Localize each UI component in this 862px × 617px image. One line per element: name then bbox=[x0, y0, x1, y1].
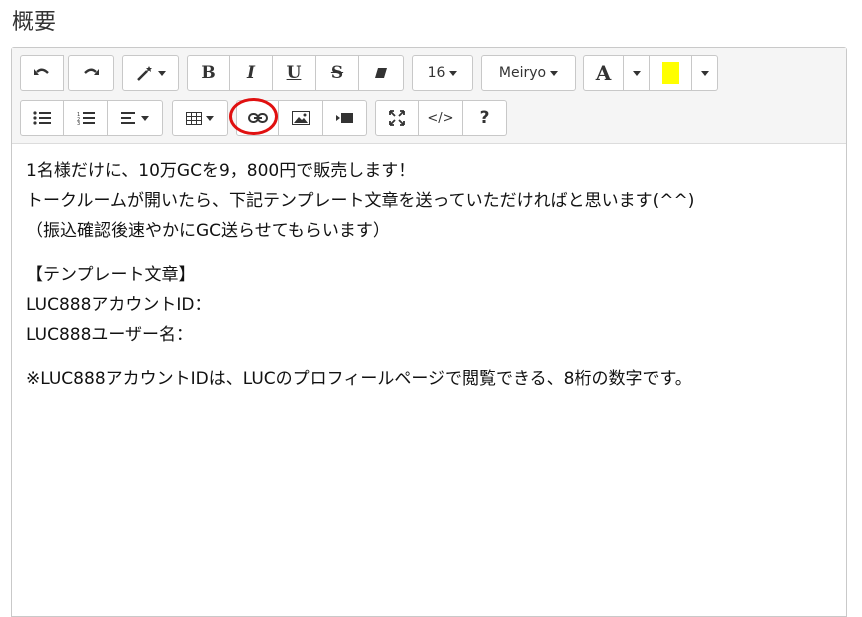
video-icon bbox=[335, 113, 353, 123]
font-color-button[interactable]: A bbox=[583, 55, 624, 91]
editor-content[interactable]: 1名様だけに、10万GCを9，800円で販売します！ トークルームが開いたら、下… bbox=[26, 156, 834, 394]
unordered-list-button[interactable] bbox=[20, 100, 64, 136]
paragraph-align-dropdown[interactable] bbox=[108, 100, 163, 136]
code-view-label: </> bbox=[427, 110, 454, 126]
chevron-down-icon bbox=[141, 115, 149, 121]
align-icon bbox=[121, 112, 135, 124]
font-size-dropdown[interactable]: 16 bbox=[412, 55, 473, 91]
redo-button[interactable] bbox=[68, 55, 114, 91]
undo-icon bbox=[34, 68, 49, 75]
section-heading: 概要 bbox=[12, 10, 57, 35]
editor-toolbar: B I U S 16 Meiryo A 1 2 3 </> ? bbox=[12, 48, 846, 144]
strikethrough-label: S bbox=[330, 63, 344, 83]
code-view-button[interactable]: </> bbox=[419, 100, 463, 136]
unordered-list-icon bbox=[33, 111, 51, 125]
ordered-list-button[interactable]: 123 bbox=[64, 100, 108, 136]
italic-button[interactable]: I bbox=[230, 55, 273, 91]
fullscreen-button[interactable] bbox=[375, 100, 419, 136]
link-icon bbox=[247, 113, 268, 123]
content-line: 【テンプレート文章】 bbox=[26, 265, 196, 285]
bold-button[interactable]: B bbox=[187, 55, 230, 91]
content-line: トークルームが開いたら、下記テンプレート文章を送っていただければと思います(^^… bbox=[26, 191, 695, 211]
ordered-list-icon: 123 bbox=[77, 112, 95, 125]
content-line: 1名様だけに、10万GCを9，800円で販売します！ bbox=[26, 161, 416, 181]
image-button[interactable] bbox=[279, 100, 323, 136]
redo-icon bbox=[84, 68, 99, 75]
italic-label: I bbox=[247, 63, 255, 83]
content-line: ※LUC888アカウントIDは、LUCのプロフィールページで閲覧できる、8桁の数… bbox=[26, 369, 692, 389]
table-icon bbox=[186, 111, 202, 125]
fullscreen-icon bbox=[389, 110, 405, 126]
chevron-down-icon bbox=[157, 70, 166, 76]
highlight-color-dropdown[interactable] bbox=[692, 55, 718, 91]
help-label: ? bbox=[479, 108, 490, 128]
clear-format-button[interactable] bbox=[359, 55, 404, 91]
bold-label: B bbox=[201, 63, 216, 83]
content-line: （振込確認後速やかにGC送らせてもらいます） bbox=[26, 221, 390, 241]
undo-button[interactable] bbox=[20, 55, 64, 91]
font-size-value: 16 bbox=[427, 65, 446, 81]
chevron-down-icon bbox=[449, 70, 458, 76]
help-button[interactable]: ? bbox=[463, 100, 507, 136]
content-line: LUC888ユーザー名： bbox=[26, 325, 194, 345]
font-family-value: Meiryo bbox=[498, 65, 547, 81]
underline-button[interactable]: U bbox=[273, 55, 316, 91]
rich-text-editor: B I U S 16 Meiryo A 1 2 3 </> ? 1名様だけに、1… bbox=[11, 47, 847, 617]
chevron-down-icon bbox=[206, 115, 214, 121]
chevron-down-icon bbox=[632, 70, 641, 76]
magic-wand-icon bbox=[136, 66, 152, 81]
video-button[interactable] bbox=[323, 100, 367, 136]
font-color-label: A bbox=[595, 61, 612, 85]
chevron-down-icon bbox=[550, 70, 559, 76]
picture-icon bbox=[291, 111, 310, 125]
link-button[interactable] bbox=[236, 100, 279, 136]
table-dropdown[interactable] bbox=[172, 100, 228, 136]
svg-text:3: 3 bbox=[77, 121, 80, 125]
font-family-dropdown[interactable]: Meiryo bbox=[481, 55, 576, 91]
highlight-color-button[interactable] bbox=[650, 55, 692, 91]
underline-label: U bbox=[286, 63, 302, 83]
chevron-down-icon bbox=[700, 70, 709, 76]
eraser-icon bbox=[375, 68, 387, 78]
font-color-dropdown[interactable] bbox=[624, 55, 650, 91]
strikethrough-button[interactable]: S bbox=[316, 55, 359, 91]
style-dropdown-button[interactable] bbox=[122, 55, 179, 91]
highlight-swatch bbox=[662, 62, 679, 84]
content-line: LUC888アカウントID： bbox=[26, 295, 212, 315]
